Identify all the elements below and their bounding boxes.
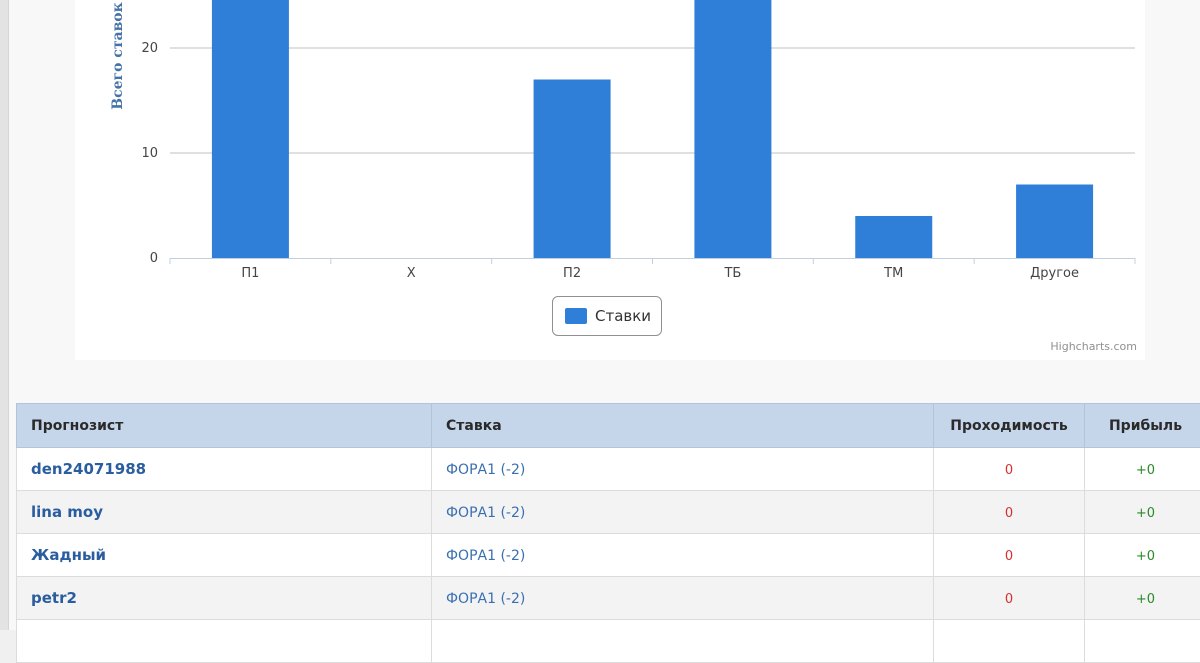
forecaster-link[interactable]: den24071988 xyxy=(31,460,146,478)
profit-value: +0 xyxy=(1136,506,1155,521)
page-left-border xyxy=(0,0,9,630)
header-profit[interactable]: Прибыль xyxy=(1085,404,1200,448)
bet-link[interactable]: ФОРА1 (-2) xyxy=(446,591,525,607)
profit-value: +0 xyxy=(1136,592,1155,607)
legend-swatch-icon xyxy=(565,308,587,324)
header-bet[interactable]: Ставка xyxy=(432,404,934,448)
legend-label: Ставки xyxy=(595,307,651,325)
table-row: petr2 ФОРА1 (-2) 0 +0 xyxy=(17,577,1200,620)
bet-link[interactable]: ФОРА1 (-2) xyxy=(446,462,525,478)
bets-chart: 01020П1ХП2ТБТМДругоеВсего ставок Ставки … xyxy=(75,0,1145,360)
bar-5 xyxy=(855,216,932,258)
table-row: den24071988 ФОРА1 (-2) 0 +0 xyxy=(17,448,1200,491)
y-tick-label: 20 xyxy=(141,41,158,56)
content-area: 01020П1ХП2ТБТМДругоеВсего ставок Ставки … xyxy=(9,0,1200,630)
forecaster-link[interactable]: lina moy xyxy=(31,503,103,521)
pass-rate-value: 0 xyxy=(1005,506,1013,521)
forecaster-link[interactable]: petr2 xyxy=(31,589,77,607)
profit-value: +0 xyxy=(1136,463,1155,478)
chart-legend[interactable]: Ставки xyxy=(552,296,662,336)
forecasters-table: Прогнозист Ставка Проходимость Прибыль d… xyxy=(16,403,1200,663)
bar-6 xyxy=(1016,185,1093,259)
x-tick-label: Другое xyxy=(1030,266,1079,281)
profit-value: +0 xyxy=(1136,549,1155,564)
y-tick-label: 10 xyxy=(141,146,158,161)
table-row: Жадный ФОРА1 (-2) 0 +0 xyxy=(17,534,1200,577)
table-header-row: Прогнозист Ставка Проходимость Прибыль xyxy=(17,404,1200,448)
bar-4 xyxy=(694,0,771,258)
pass-rate-value: 0 xyxy=(1005,592,1013,607)
header-forecaster[interactable]: Прогнозист xyxy=(17,404,432,448)
x-tick-label: Х xyxy=(407,266,416,281)
header-pass-rate[interactable]: Проходимость xyxy=(934,404,1085,448)
forecaster-link[interactable]: Жадный xyxy=(31,546,106,564)
y-axis-title: Всего ставок xyxy=(110,2,126,110)
bet-link[interactable]: ФОРА1 (-2) xyxy=(446,505,525,521)
bar-1 xyxy=(212,0,289,258)
table-row: lina moy ФОРА1 (-2) 0 +0 xyxy=(17,491,1200,534)
bar-3 xyxy=(534,80,611,259)
pass-rate-value: 0 xyxy=(1005,549,1013,564)
x-tick-label: П2 xyxy=(563,266,581,281)
x-tick-label: ТБ xyxy=(723,266,741,281)
x-tick-label: П1 xyxy=(241,266,259,281)
x-tick-label: ТМ xyxy=(883,266,903,281)
y-tick-label: 0 xyxy=(150,251,158,266)
table-row xyxy=(17,620,1200,663)
chart-credits-link[interactable]: Highcharts.com xyxy=(1050,340,1137,353)
pass-rate-value: 0 xyxy=(1005,463,1013,478)
bet-link[interactable]: ФОРА1 (-2) xyxy=(446,548,525,564)
